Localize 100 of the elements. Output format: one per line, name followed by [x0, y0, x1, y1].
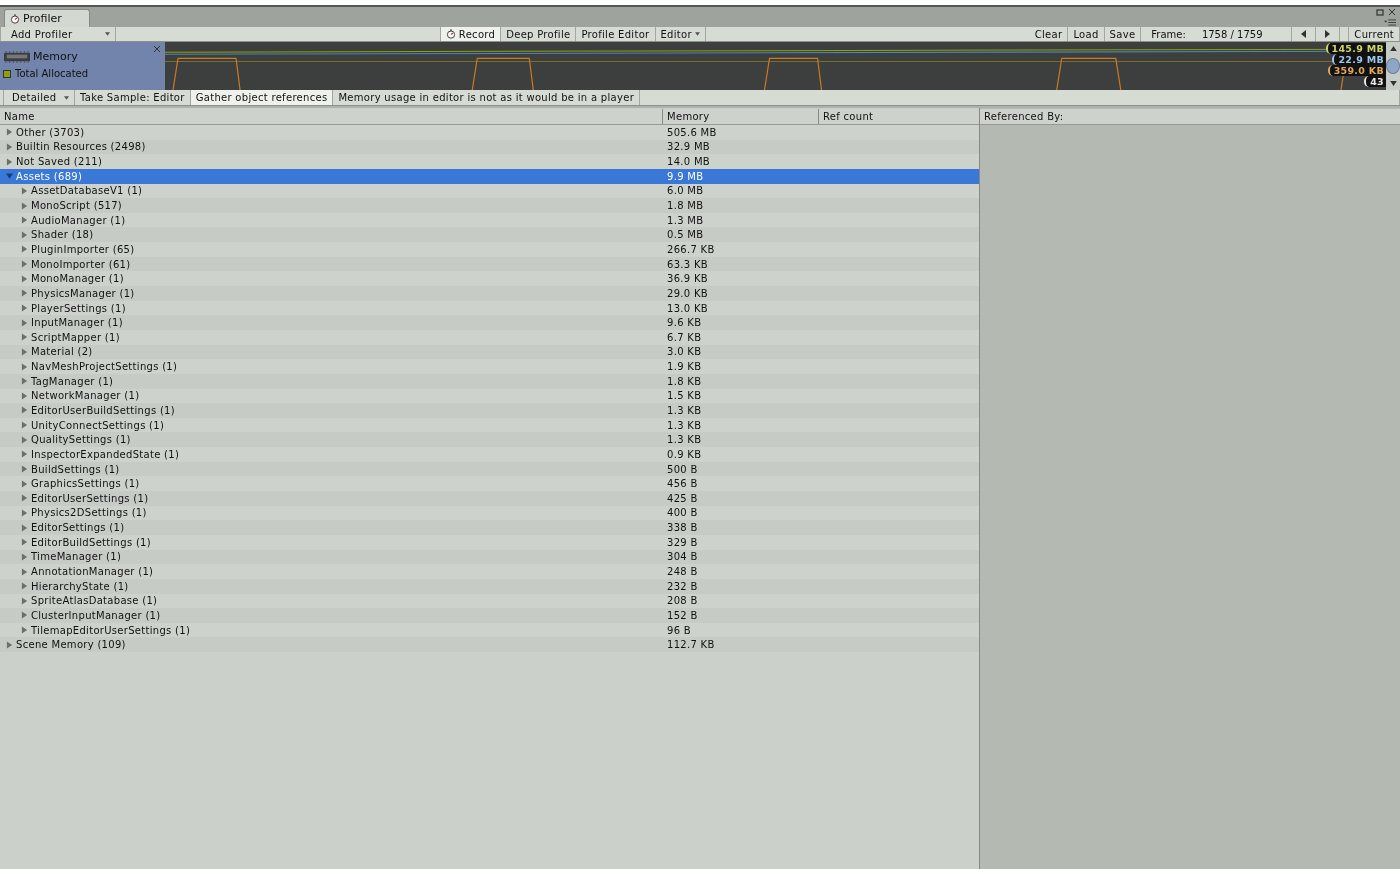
expand-arrow-icon[interactable] [21, 333, 28, 342]
memory-value: 338 B [666, 522, 699, 534]
module-panel[interactable]: Memory Total Allocated [0, 42, 165, 90]
memory-value: 266.7 KB [666, 243, 716, 255]
memory-value: 1.3 KB [666, 405, 703, 416]
expand-arrow-icon[interactable] [21, 450, 28, 459]
stopwatch-icon [10, 13, 20, 24]
row-name: SpriteAtlasDatabase (1) [31, 595, 158, 607]
tree-row[interactable]: InputManager (1) 9.6 KB [0, 315, 979, 330]
expand-arrow-icon[interactable] [21, 318, 28, 327]
maximize-icon[interactable] [1376, 8, 1384, 16]
caret-icon [694, 32, 700, 36]
row-name: Assets (689) [16, 170, 83, 182]
memory-value: 14.0 MB [666, 156, 712, 168]
expand-arrow-icon[interactable] [21, 362, 28, 371]
memory-value: 96 B [666, 624, 692, 636]
memory-chip-icon [3, 50, 31, 63]
record-button[interactable]: Record [440, 27, 502, 41]
memory-value: 1.3 KB [666, 434, 703, 446]
tree-row[interactable]: PhysicsManager (1) 29.0 KB [0, 286, 979, 301]
expand-arrow-icon[interactable] [21, 347, 28, 356]
memory-value: 1.9 KB [666, 361, 703, 373]
tree-row[interactable]: EditorSettings (1) 338 B [0, 520, 979, 535]
expand-arrow-icon[interactable] [21, 552, 28, 561]
row-name: AssetDatabaseV1 (1) [31, 185, 143, 197]
expand-arrow-icon[interactable] [21, 582, 28, 591]
legend-label: Total Allocated [15, 68, 89, 79]
frame-number: 1758 / 1759 [1201, 28, 1263, 40]
memory-value: 1.8 KB [666, 375, 703, 387]
tree-row[interactable]: MonoScript (517) 1.8 MB [0, 198, 979, 213]
row-name: AnnotationManager (1) [31, 566, 154, 578]
row-name: EditorBuildSettings (1) [31, 536, 151, 548]
row-name: PhysicsManager (1) [31, 287, 135, 299]
row-name: NavMeshProjectSettings (1) [31, 361, 178, 373]
tree-row[interactable]: QualitySettings (1) 1.3 KB [0, 432, 979, 448]
expand-arrow-icon[interactable] [21, 435, 28, 444]
window-tab[interactable]: Profiler [4, 9, 90, 27]
up-arrow-icon[interactable] [1389, 46, 1397, 51]
expand-arrow-icon[interactable] [21, 377, 28, 386]
menu-icon[interactable] [1384, 19, 1396, 26]
tree-row[interactable]: Shader (18) 0.5 MB [0, 227, 979, 243]
memory-value: 1.8 MB [666, 200, 705, 211]
expand-arrow-icon[interactable] [21, 406, 28, 415]
expand-arrow-icon[interactable] [21, 289, 28, 298]
expand-arrow-icon[interactable] [21, 260, 28, 269]
expand-arrow-icon[interactable] [21, 494, 28, 503]
vertical-scrollbar[interactable] [1386, 42, 1400, 90]
expand-arrow-icon[interactable] [21, 626, 28, 635]
caret-icon [64, 95, 69, 100]
memory-value: 63.3 KB [666, 258, 709, 270]
row-name: MonoImporter (61) [31, 258, 131, 270]
row-name: EditorUserSettings (1) [31, 492, 149, 504]
column-header[interactable]: Memory [663, 109, 819, 124]
expand-arrow-icon[interactable] [21, 479, 28, 488]
row-name: ScriptMapper (1) [31, 331, 120, 343]
row-name: TilemapEditorUserSettings (1) [31, 624, 191, 636]
column-header[interactable]: Ref count [819, 109, 979, 124]
expand-arrow-icon[interactable] [21, 245, 28, 254]
expand-arrow-icon[interactable] [21, 596, 28, 605]
referenced-by-header: Referenced By: [980, 109, 1400, 125]
expand-arrow-icon[interactable] [6, 128, 13, 137]
expand-arrow-icon[interactable] [21, 508, 28, 517]
close-icon[interactable] [1388, 8, 1396, 16]
memory-value: 304 B [666, 551, 699, 563]
memory-value: 9.6 KB [666, 317, 703, 329]
expand-arrow-icon[interactable] [21, 523, 28, 532]
memory-value: 500 B [666, 463, 699, 475]
expand-arrow-icon[interactable] [21, 567, 28, 576]
expand-arrow-icon[interactable] [21, 274, 28, 283]
tree-row[interactable]: EditorUserSettings (1) 425 B [0, 491, 979, 506]
tree-row[interactable]: EditorUserBuildSettings (1) 1.3 KB [0, 403, 979, 418]
row-name: AudioManager (1) [31, 214, 126, 226]
expand-arrow-icon[interactable] [21, 230, 28, 239]
expand-arrow-icon[interactable] [21, 216, 28, 225]
tree-row[interactable]: ClusterInputManager (1) 152 B [0, 608, 979, 623]
expand-arrow-icon[interactable] [6, 172, 13, 181]
down-arrow-icon[interactable] [1389, 81, 1397, 86]
expand-arrow-icon[interactable] [21, 391, 28, 400]
expand-arrow-icon[interactable] [21, 304, 28, 312]
expand-arrow-icon[interactable] [21, 538, 28, 547]
row-name: QualitySettings (1) [31, 434, 131, 446]
view-mode-dropdown[interactable]: Detailed [3, 90, 75, 105]
tree-row[interactable]: Scene Memory (109) 112.7 KB [0, 637, 979, 653]
row-name: EditorUserBuildSettings (1) [31, 405, 175, 416]
column-header[interactable]: Name [0, 109, 663, 124]
close-icon[interactable] [153, 45, 161, 53]
row-name: TagManager (1) [31, 375, 114, 387]
expand-arrow-icon[interactable] [21, 611, 28, 620]
expand-arrow-icon[interactable] [6, 157, 13, 166]
expand-arrow-icon[interactable] [6, 142, 13, 151]
expand-arrow-icon[interactable] [21, 201, 28, 210]
row-name: Shader (18) [31, 229, 94, 241]
expand-arrow-icon[interactable] [6, 640, 13, 649]
expand-arrow-icon[interactable] [21, 186, 28, 195]
row-name: Builtin Resources (2498) [16, 141, 146, 153]
gather-references-toggle[interactable]: Gather object references [190, 90, 334, 105]
add-profiler-dropdown[interactable]: Add Profiler [0, 27, 116, 41]
expand-arrow-icon[interactable] [21, 421, 28, 430]
row-name: ClusterInputManager (1) [31, 609, 161, 621]
expand-arrow-icon[interactable] [21, 465, 28, 474]
